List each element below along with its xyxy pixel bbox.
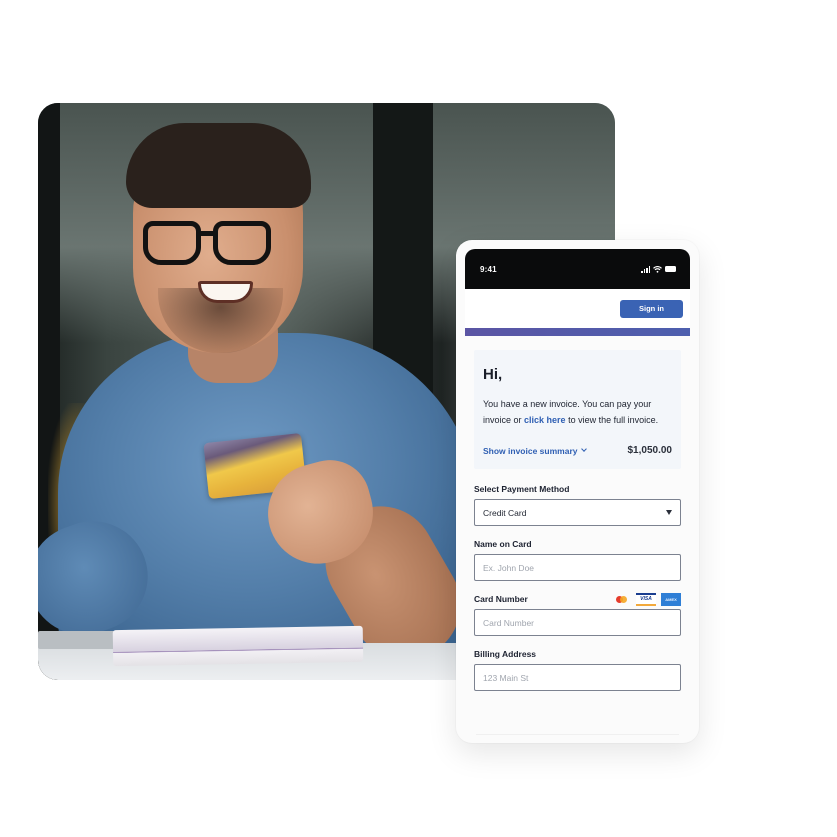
phone-mockup: 9:41 Sign in Hi, You have a new invoice.… [456,240,699,743]
chevron-down-icon [581,446,588,452]
app-header: Sign in [465,289,690,328]
show-invoice-summary-toggle[interactable]: Show invoice summary [483,445,588,456]
card-brand-icons: VISA AMEX [613,592,681,606]
status-bar: 9:41 [465,249,690,289]
view-invoice-link[interactable]: click here [524,415,566,425]
name-on-card-input[interactable]: Ex. John Doe [474,554,681,581]
card-number-input[interactable]: Card Number [474,609,681,636]
photo-laptop [38,631,123,649]
amex-icon: AMEX [661,592,681,606]
mastercard-icon [613,594,631,605]
photo-glasses-lens [213,221,271,265]
photo-glasses-lens [143,221,201,265]
payment-method-label: Select Payment Method [474,484,570,494]
invoice-amount: $1,050.00 [627,445,673,456]
greeting-heading: Hi, [483,366,503,383]
invoice-message-text: to view the full invoice. [565,414,659,425]
phone-bottom-divider [476,734,679,735]
invoice-message: You have a new invoice. You can pay your… [483,397,672,428]
visa-icon: VISA [636,592,656,606]
payment-form: Select Payment Method Credit Card Name o… [465,469,690,691]
status-time: 9:41 [480,264,497,274]
status-icons [641,265,676,273]
phone-screen: 9:41 Sign in Hi, You have a new invoice.… [465,249,690,703]
battery-icon [665,266,676,272]
name-on-card-placeholder: Ex. John Doe [483,562,535,573]
wifi-icon [653,265,662,273]
dropdown-caret-icon [666,510,672,515]
name-on-card-label: Name on Card [474,539,532,549]
invoice-summary-row: Show invoice summary $1,050.00 [483,445,672,456]
invoice-intro-card: Hi, You have a new invoice. You can pay … [474,350,681,469]
card-number-placeholder: Card Number [483,617,535,628]
invoice-content: Hi, You have a new invoice. You can pay … [465,336,690,469]
photo-person-hair [126,123,311,208]
cellular-signal-icon [641,266,650,273]
brand-accent-bar [465,328,690,336]
card-number-label: Card Number [474,594,528,604]
payment-method-value: Credit Card [483,507,527,518]
photo-papers [112,625,364,667]
billing-address-placeholder: 123 Main St [483,672,529,683]
sign-in-button[interactable]: Sign in [620,299,683,318]
billing-address-label: Billing Address [474,649,537,659]
show-invoice-summary-label: Show invoice summary [483,445,578,456]
photo-glasses-bridge [198,231,216,236]
billing-address-input[interactable]: 123 Main St [474,664,681,691]
payment-method-select[interactable]: Credit Card [474,499,681,526]
